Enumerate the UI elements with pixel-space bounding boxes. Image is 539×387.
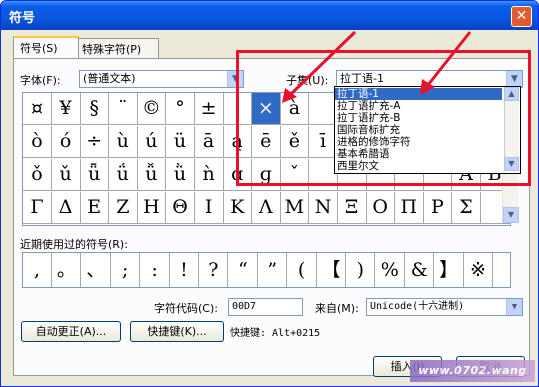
watermark: www.0702.wang <box>410 360 535 382</box>
arrow-line <box>426 31 472 86</box>
arrow-line <box>288 30 357 97</box>
annotation-arrows <box>282 30 472 103</box>
